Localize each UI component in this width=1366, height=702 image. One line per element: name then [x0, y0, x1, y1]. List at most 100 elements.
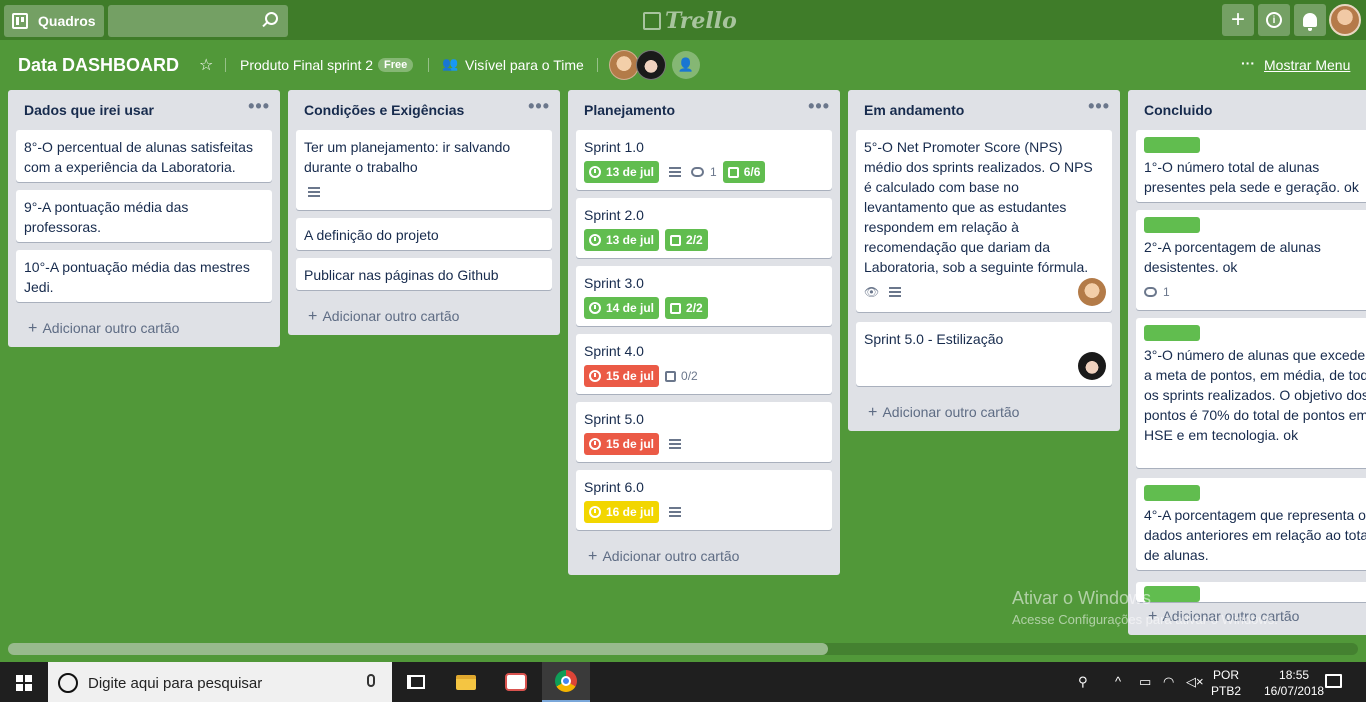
- battery-icon[interactable]: ▭: [1139, 674, 1151, 690]
- member-avatar[interactable]: [636, 50, 666, 80]
- card-title: Sprint 3.0: [584, 275, 644, 291]
- board-title[interactable]: Data DASHBOARD: [18, 55, 179, 76]
- search-input[interactable]: [108, 5, 288, 37]
- card-sprint-4[interactable]: Sprint 4.0 15 de jul 0/2: [576, 334, 832, 394]
- card[interactable]: A definição do projeto: [296, 218, 552, 250]
- notification-center-icon[interactable]: [1325, 674, 1342, 688]
- list-menu-icon[interactable]: •••: [1088, 96, 1110, 117]
- card-member-avatar[interactable]: [1078, 278, 1106, 306]
- list-title[interactable]: Concluido: [1144, 102, 1212, 118]
- card-member-avatar[interactable]: [1078, 352, 1106, 380]
- user-avatar[interactable]: [1329, 4, 1361, 36]
- card-title: 5°-O Net Promoter Score (NPS) médio dos …: [864, 139, 1093, 275]
- add-card-button[interactable]: + Adicionar outro cartão: [588, 548, 739, 566]
- card[interactable]: Ter um planejamento: ir salvando durante…: [296, 130, 552, 210]
- card-title: Sprint 5.0 - Estilização: [864, 331, 1004, 347]
- card-title: 4°-A porcentagem que representa o dados …: [1144, 507, 1366, 563]
- card-label-green: [1144, 217, 1200, 233]
- cortana-icon: [58, 673, 78, 693]
- add-card-button[interactable]: + Adicionar outro cartão: [308, 308, 459, 326]
- mic-icon[interactable]: [367, 674, 375, 687]
- file-explorer-button[interactable]: [442, 662, 490, 702]
- card-sprint-3[interactable]: Sprint 3.0 14 de jul 2/2: [576, 266, 832, 326]
- due-date-badge[interactable]: 15 de jul: [584, 433, 660, 455]
- comment-icon: [691, 167, 705, 177]
- card[interactable]: Sprint 5.0 - Estilização: [856, 322, 1112, 386]
- checklist-icon: [670, 302, 682, 314]
- card-sprint-2[interactable]: Sprint 2.0 13 de jul 2/2: [576, 198, 832, 258]
- card-sprint-5[interactable]: Sprint 5.0 15 de jul: [576, 402, 832, 462]
- list-header[interactable]: Concluido: [1128, 90, 1366, 130]
- list-menu-icon[interactable]: •••: [528, 96, 550, 117]
- people-icon[interactable]: ⚲: [1078, 674, 1088, 690]
- show-menu-link[interactable]: Mostrar Menu: [1264, 57, 1350, 73]
- wifi-icon[interactable]: ◠: [1163, 674, 1174, 690]
- add-member-icon[interactable]: 👤: [672, 51, 700, 79]
- card-title: 10°-A pontuação média das mestres Jedi.: [24, 259, 250, 295]
- clock-icon: [589, 438, 601, 450]
- volume-muted-icon[interactable]: ◁×: [1186, 674, 1204, 690]
- search-placeholder: Digite aqui para pesquisar: [88, 675, 263, 692]
- card[interactable]: 5°-O Net Promoter Score (NPS) médio dos …: [856, 130, 1112, 312]
- add-card-button[interactable]: + Adicionar outro cartão: [28, 320, 179, 338]
- info-icon: i: [1266, 12, 1282, 28]
- paint-button[interactable]: [492, 662, 540, 702]
- card[interactable]: Publicar nas páginas do Github: [296, 258, 552, 290]
- due-date-badge[interactable]: 13 de jul: [584, 229, 660, 251]
- system-clock[interactable]: 18:55 16/07/2018: [1264, 667, 1324, 699]
- list-menu-icon[interactable]: •••: [808, 96, 830, 117]
- notifications-button[interactable]: [1294, 4, 1326, 36]
- list-title[interactable]: Dados que irei usar: [24, 102, 154, 118]
- boards-button[interactable]: Quadros: [4, 5, 104, 37]
- visibility-button[interactable]: Visível para o Time: [465, 57, 584, 73]
- list-title[interactable]: Condições e Exigências: [304, 102, 464, 118]
- card[interactable]: 2°-A porcentagem de alunas desistentes. …: [1136, 210, 1366, 310]
- boards-icon: [12, 13, 28, 29]
- card-sprint-6[interactable]: Sprint 6.0 16 de jul: [576, 470, 832, 530]
- star-icon[interactable]: ☆: [199, 55, 213, 75]
- due-date-badge[interactable]: 14 de jul: [584, 297, 660, 319]
- input-language[interactable]: POR PTB2: [1211, 667, 1241, 699]
- menu-dots-icon[interactable]: ···: [1241, 55, 1255, 71]
- scrollbar-thumb[interactable]: [8, 643, 828, 655]
- due-date-badge[interactable]: 15 de jul: [584, 365, 660, 387]
- list-header[interactable]: Em andamento •••: [848, 90, 1120, 130]
- card[interactable]: [1136, 582, 1366, 602]
- list-header[interactable]: Dados que irei usar •••: [8, 90, 280, 130]
- due-date-badge[interactable]: 13 de jul: [584, 161, 660, 183]
- visibility-icon: 👥: [442, 56, 459, 71]
- list-title[interactable]: Em andamento: [864, 102, 964, 118]
- card[interactable]: 8°-O percentual de alunas satisfeitas co…: [16, 130, 272, 182]
- due-date-badge[interactable]: 16 de jul: [584, 501, 660, 523]
- add-card-button[interactable]: + Adicionar outro cartão: [868, 404, 1019, 422]
- create-button[interactable]: +: [1222, 4, 1254, 36]
- trello-logo-icon: [643, 12, 661, 30]
- due-date-text: 13 de jul: [606, 233, 655, 247]
- taskbar-search[interactable]: Digite aqui para pesquisar: [48, 662, 392, 702]
- description-icon: [669, 439, 682, 449]
- due-date-text: 13 de jul: [606, 165, 655, 179]
- windows-icon[interactable]: [16, 675, 32, 691]
- list-header[interactable]: Planejamento •••: [568, 90, 840, 130]
- list-title[interactable]: Planejamento: [584, 102, 675, 118]
- clock-date: 16/07/2018: [1264, 684, 1325, 698]
- boards-label: Quadros: [38, 13, 96, 29]
- task-view-button[interactable]: [392, 662, 440, 702]
- team-name[interactable]: Produto Final sprint 2: [240, 57, 373, 73]
- info-button[interactable]: i: [1258, 4, 1290, 36]
- list-menu-icon[interactable]: •••: [248, 96, 270, 117]
- card-sprint-1[interactable]: Sprint 1.0 13 de jul 1 6/6: [576, 130, 832, 190]
- card[interactable]: 10°-A pontuação média das mestres Jedi.: [16, 250, 272, 302]
- card[interactable]: 1°-O número total de alunas presentes pe…: [1136, 130, 1366, 202]
- member-avatar[interactable]: [609, 50, 639, 80]
- due-date-text: 15 de jul: [606, 437, 655, 451]
- card[interactable]: 9°-A pontuação média das professoras.: [16, 190, 272, 242]
- list-header[interactable]: Condições e Exigências •••: [288, 90, 560, 130]
- chevron-up-icon[interactable]: ^: [1115, 674, 1121, 689]
- card[interactable]: 4°-A porcentagem que representa o dados …: [1136, 478, 1366, 570]
- trello-logo[interactable]: Trello: [643, 8, 737, 34]
- card[interactable]: 3°-O número de alunas que excedem a meta…: [1136, 318, 1366, 468]
- list-dados-que-irei-usar: Dados que irei usar ••• 8°-O percentual …: [8, 90, 280, 347]
- chrome-button[interactable]: [542, 662, 590, 702]
- card-title: 2°-A porcentagem de alunas desistentes. …: [1144, 239, 1321, 275]
